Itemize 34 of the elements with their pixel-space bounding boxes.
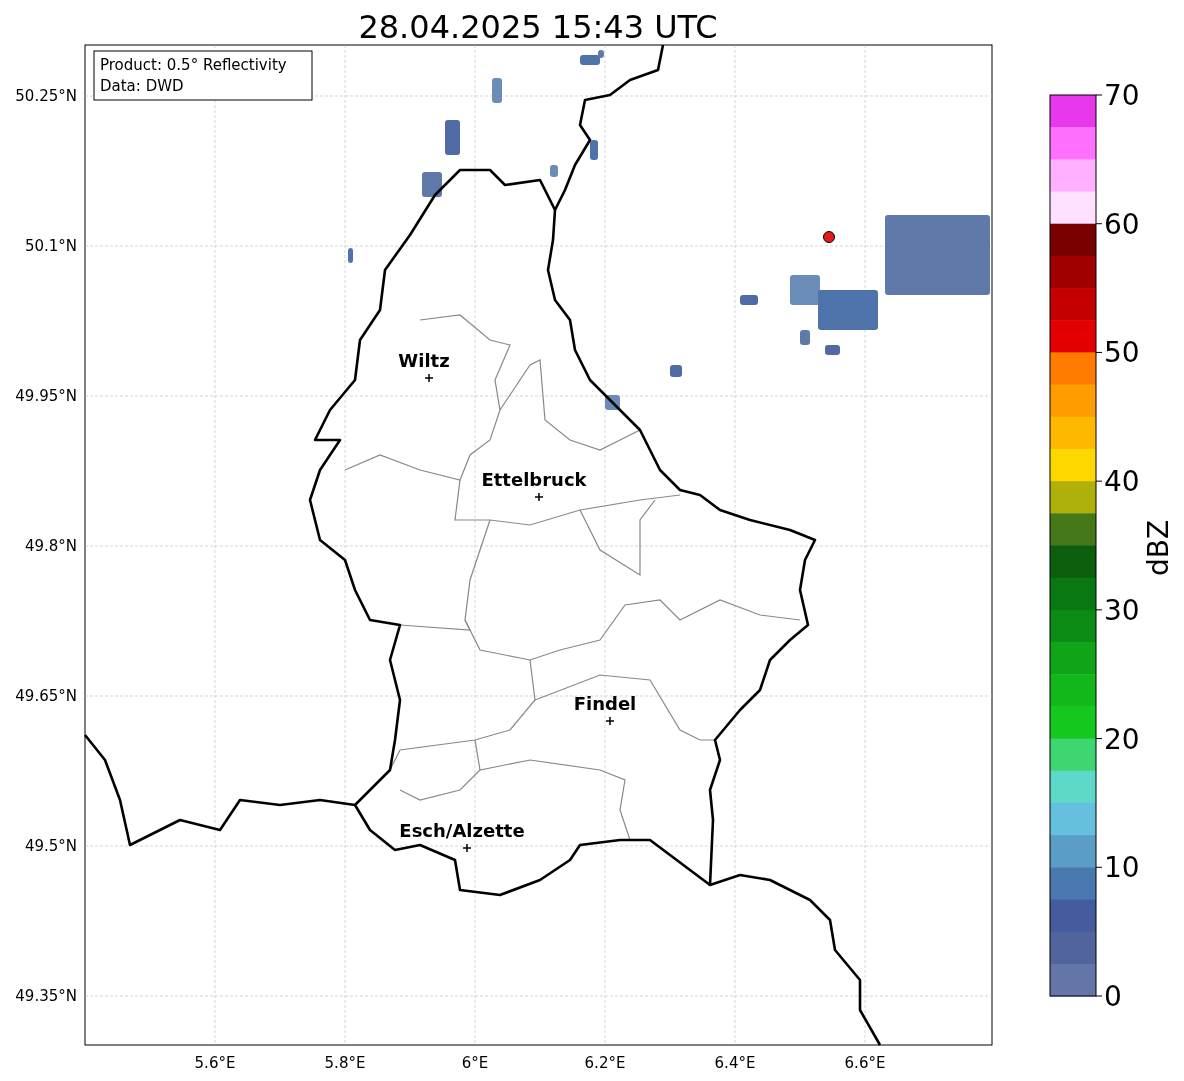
city-marker-icon [605, 716, 615, 726]
city-marker-icon [424, 373, 434, 383]
colorbar-tick-label: 30 [1104, 593, 1140, 627]
city-label: Wiltz [398, 350, 450, 371]
latitude-label: 50.25°N [15, 87, 77, 105]
colorbar-tick-label: 20 [1104, 722, 1140, 756]
city-label: Findel [573, 693, 637, 714]
city-label: Esch/Alzette [399, 820, 525, 841]
latitude-label: 49.95°N [15, 387, 77, 405]
latitude-label: 49.35°N [15, 987, 77, 1005]
colorbar-tick-label: 50 [1104, 336, 1140, 370]
info-text: Product: 0.5° Reflectivity [100, 56, 287, 74]
radar-site-marker [823, 231, 835, 243]
latitude-label: 49.65°N [15, 687, 77, 705]
longitude-label: 5.6°E [194, 1054, 236, 1072]
longitude-label: 6.4°E [714, 1054, 756, 1072]
latitude-label: 49.8°N [24, 537, 77, 555]
latitude-label: 50.1°N [24, 237, 77, 255]
longitude-label: 6.6°E [844, 1054, 886, 1072]
longitude-label: 5.8°E [324, 1054, 366, 1072]
info-text: Data: DWD [100, 77, 184, 95]
city-label: Ettelbruck [481, 469, 587, 490]
longitude-label: 6°E [461, 1054, 489, 1072]
colorbar-tick-label: 70 [1104, 79, 1140, 112]
longitude-label: 6.2°E [584, 1054, 626, 1072]
colorbar-tick-label: 10 [1104, 851, 1140, 885]
map-title: 28.04.2025 15:43 UTC [358, 8, 718, 46]
city-marker-icon [462, 843, 472, 853]
latitude-label: 49.5°N [24, 837, 77, 855]
colorbar-label: dBZ [1142, 519, 1175, 577]
colorbar-tick-label: 40 [1104, 465, 1140, 499]
city-marker-icon [534, 492, 544, 502]
colorbar-tick-label: 0 [1104, 980, 1122, 1013]
colorbar-tick-label: 60 [1104, 207, 1140, 241]
